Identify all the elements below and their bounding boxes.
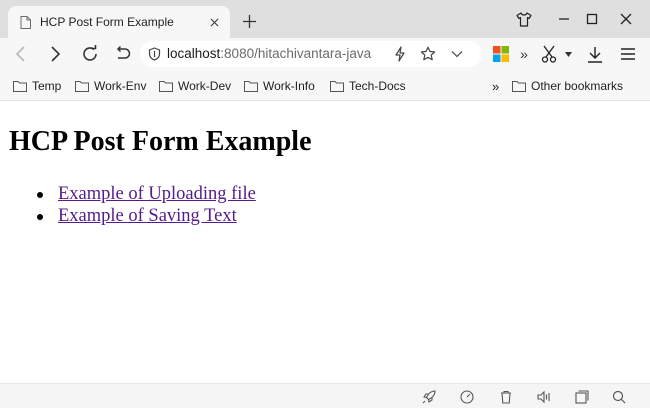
scissors-icon[interactable] — [537, 42, 561, 66]
chevron-down-icon[interactable] — [451, 48, 463, 62]
new-tab-button[interactable] — [238, 10, 260, 32]
bookmark-folder-tech-docs[interactable]: Tech-Docs — [330, 77, 406, 95]
save-text-link[interactable]: Example of Saving Text — [58, 206, 237, 226]
microsoft-icon[interactable] — [489, 42, 513, 66]
bookmark-folder-work-dev[interactable]: Work-Dev — [159, 77, 231, 95]
download-icon[interactable] — [583, 42, 607, 66]
tab-strip: HCP Post Form Example — [0, 0, 650, 38]
back-button[interactable] — [8, 42, 32, 66]
maximize-icon[interactable] — [578, 6, 606, 32]
address-bar[interactable]: localhost:8080/hitachivantara-java — [140, 41, 482, 67]
list-item: Example of Saving Text — [37, 205, 256, 227]
url-text[interactable]: localhost:8080/hitachivantara-java — [167, 46, 379, 61]
extensions-overflow-icon[interactable]: » — [517, 42, 531, 66]
search-icon[interactable] — [610, 388, 628, 406]
screenshot-icon[interactable] — [573, 388, 591, 406]
speedometer-icon[interactable] — [458, 388, 476, 406]
scissors-menu-icon[interactable] — [562, 42, 574, 66]
menu-icon[interactable] — [616, 42, 640, 66]
bookmarks-bar: Temp Work-Env Work-Dev Work-Info Tech-Do… — [0, 70, 650, 101]
toolbar: localhost:8080/hitachivantara-java » — [0, 38, 650, 70]
minimize-icon[interactable] — [550, 6, 578, 32]
close-tab-icon[interactable] — [206, 14, 222, 30]
browser-tab[interactable]: HCP Post Form Example — [8, 6, 230, 38]
read-aloud-icon[interactable] — [535, 388, 553, 406]
folder-icon — [330, 81, 344, 92]
close-icon[interactable] — [612, 6, 640, 32]
bottom-bar — [0, 383, 650, 408]
link-list: Example of Uploading file Example of Sav… — [37, 183, 256, 227]
rocket-icon[interactable] — [420, 388, 438, 406]
other-bookmarks-folder[interactable]: Other bookmarks — [512, 77, 623, 95]
shield-icon[interactable] — [148, 47, 161, 64]
folder-icon — [13, 81, 27, 92]
bookmark-folder-work-info[interactable]: Work-Info — [244, 77, 315, 95]
forward-button[interactable] — [44, 42, 68, 66]
tab-title: HCP Post Form Example — [40, 15, 174, 29]
folder-icon — [244, 81, 258, 92]
folder-icon — [159, 81, 173, 92]
page-content: HCP Post Form Example Example of Uploadi… — [0, 101, 650, 383]
bookmark-folder-temp[interactable]: Temp — [13, 77, 61, 95]
document-icon — [18, 15, 32, 29]
shirt-icon[interactable] — [510, 6, 538, 32]
star-icon[interactable] — [420, 46, 436, 65]
reload-button[interactable] — [78, 42, 102, 66]
folder-icon — [75, 81, 89, 92]
bookmark-folder-work-env[interactable]: Work-Env — [75, 77, 146, 95]
page-heading: HCP Post Form Example — [9, 126, 312, 157]
list-item: Example of Uploading file — [37, 183, 256, 205]
undo-icon[interactable] — [110, 42, 134, 66]
folder-icon — [512, 81, 526, 92]
upload-file-link[interactable]: Example of Uploading file — [58, 184, 256, 204]
trash-icon[interactable] — [497, 388, 515, 406]
lightning-icon[interactable] — [394, 46, 406, 65]
bookmarks-overflow-button[interactable]: » — [492, 77, 499, 95]
